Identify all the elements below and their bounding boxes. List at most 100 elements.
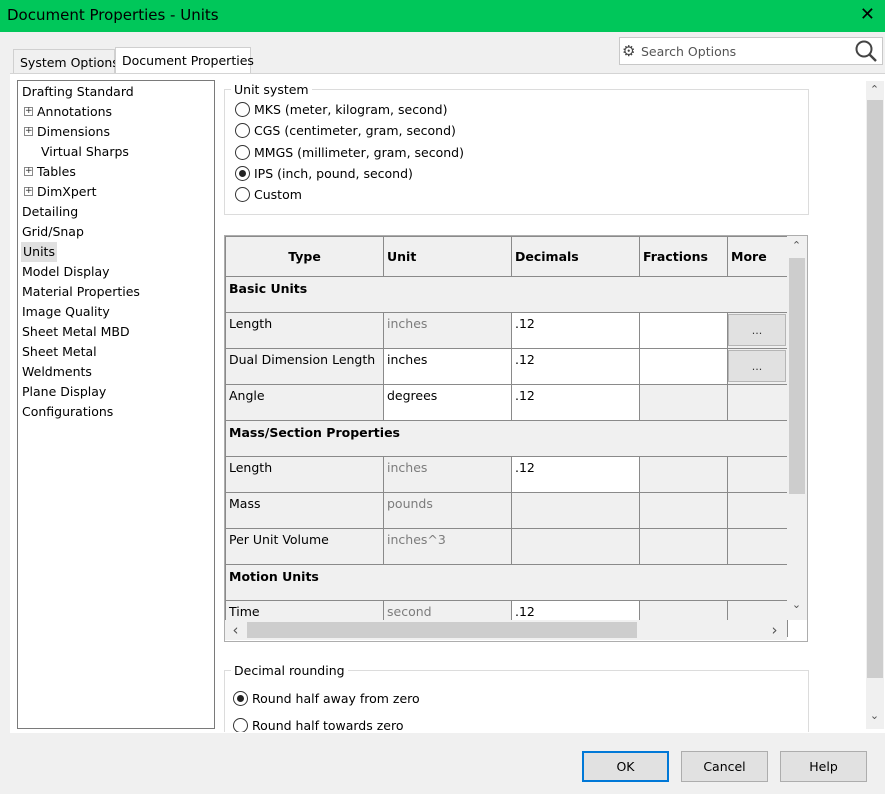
type-cell: Angle <box>225 384 384 421</box>
decimals-cell[interactable]: .12 <box>511 384 640 421</box>
table-row: Dual Dimension Length inches .12 ... <box>225 348 788 385</box>
tree-item-detailing[interactable]: Detailing <box>22 202 78 222</box>
scroll-up-icon[interactable]: ⌃ <box>866 83 883 96</box>
section-row-mass-section: Mass/Section Properties <box>225 420 788 457</box>
fractions-cell <box>639 528 728 565</box>
tree-item-drafting-standard[interactable]: Drafting Standard <box>22 82 134 102</box>
expand-icon[interactable]: + <box>24 187 33 196</box>
scroll-right-icon[interactable]: › <box>766 621 783 639</box>
scroll-down-icon[interactable]: ⌄ <box>788 598 805 611</box>
type-cell: Mass <box>225 492 384 529</box>
help-button[interactable]: Help <box>780 751 867 782</box>
expand-icon[interactable]: + <box>24 107 33 116</box>
radio-circle[interactable] <box>235 123 250 138</box>
decimals-cell <box>511 528 640 565</box>
tab-document-properties[interactable]: Document Properties <box>115 47 254 73</box>
tree-item-image-quality[interactable]: Image Quality <box>22 302 110 322</box>
more-cell: ... <box>727 312 788 349</box>
radio-circle[interactable] <box>235 145 250 160</box>
search-options-box[interactable]: ⚙ Search Options <box>619 37 883 65</box>
decimals-cell[interactable]: .12 <box>511 456 640 493</box>
header-unit[interactable]: Unit <box>383 236 512 277</box>
radio-circle[interactable] <box>235 102 250 117</box>
scroll-thumb[interactable] <box>247 622 637 638</box>
tree-item-material-properties[interactable]: Material Properties <box>22 282 140 302</box>
tree-item-sheet-metal[interactable]: Sheet Metal <box>22 342 97 362</box>
more-button[interactable]: ... <box>728 350 786 382</box>
tree-item-dimensions[interactable]: + Dimensions <box>24 122 110 142</box>
tab-label: Document Properties <box>122 53 254 68</box>
decimals-cell[interactable]: .12 <box>511 312 640 349</box>
type-cell: Length <box>225 312 384 349</box>
unit-cell: inches^3 <box>383 528 512 565</box>
header-type[interactable]: Type <box>225 236 384 277</box>
section-label: Mass/Section Properties <box>225 420 788 457</box>
close-icon[interactable]: ✕ <box>860 4 875 25</box>
radio-mmgs[interactable]: MMGS (millimeter, gram, second) <box>235 145 464 161</box>
grid-horizontal-scrollbar[interactable]: ‹ › <box>225 620 787 640</box>
scroll-up-icon[interactable]: ⌃ <box>788 239 805 252</box>
radio-custom[interactable]: Custom <box>235 187 302 203</box>
tree-item-virtual-sharps[interactable]: Virtual Sharps <box>41 142 129 162</box>
panel-vertical-scrollbar[interactable]: ⌃ ⌄ <box>866 81 884 729</box>
header-decimals[interactable]: Decimals <box>511 236 640 277</box>
tree-item-plane-display[interactable]: Plane Display <box>22 382 106 402</box>
radio-round-half-towards[interactable]: Round half towards zero <box>233 718 404 732</box>
radio-circle-selected[interactable] <box>233 691 248 706</box>
unit-cell[interactable]: degrees <box>383 384 512 421</box>
tree-item-annotations[interactable]: + Annotations <box>24 102 112 122</box>
radio-round-half-away[interactable]: Round half away from zero <box>233 691 420 707</box>
scroll-thumb[interactable] <box>867 100 883 678</box>
radio-ips[interactable]: IPS (inch, pound, second) <box>235 166 413 182</box>
tab-label: System Options <box>20 55 119 70</box>
scroll-down-icon[interactable]: ⌄ <box>866 709 883 722</box>
tree-item-weldments[interactable]: Weldments <box>22 362 92 382</box>
clip-area: Round half towards zero <box>224 715 824 732</box>
section-row-basic-units: Basic Units <box>225 276 788 313</box>
table-row: Length inches .12 <box>225 456 788 493</box>
grid-vertical-scrollbar[interactable]: ⌃ ⌄ <box>787 236 807 620</box>
type-cell: Length <box>225 456 384 493</box>
radio-mks[interactable]: MKS (meter, kilogram, second) <box>235 102 447 118</box>
tree-item-grid-snap[interactable]: Grid/Snap <box>22 222 84 242</box>
table-header-row: Type Unit Decimals Fractions More <box>225 236 788 277</box>
search-icon[interactable] <box>852 38 880 64</box>
fractions-cell[interactable] <box>639 348 728 385</box>
more-cell <box>727 456 788 493</box>
scroll-left-icon[interactable]: ‹ <box>227 621 244 639</box>
decimals-cell[interactable]: .12 <box>511 348 640 385</box>
tree-item-units[interactable]: Units <box>21 242 57 262</box>
more-cell: ... <box>727 348 788 385</box>
section-label: Basic Units <box>225 276 788 313</box>
tab-system-options[interactable]: System Options <box>13 49 119 73</box>
search-input-placeholder[interactable]: Search Options <box>641 44 736 59</box>
unit-cell[interactable]: inches <box>383 348 512 385</box>
section-row-motion-units: Motion Units <box>225 564 788 601</box>
header-more[interactable]: More <box>727 236 788 277</box>
radio-circle[interactable] <box>235 187 250 202</box>
cancel-button[interactable]: Cancel <box>681 751 768 782</box>
tree-item-dimxpert[interactable]: + DimXpert <box>24 182 97 202</box>
options-tree[interactable]: Drafting Standard + Annotations + Dimensio… <box>17 80 215 729</box>
radio-circle-selected[interactable] <box>235 166 250 181</box>
radio-cgs[interactable]: CGS (centimeter, gram, second) <box>235 123 456 139</box>
tree-item-tables[interactable]: + Tables <box>24 162 76 182</box>
more-cell <box>727 384 788 421</box>
fractions-cell[interactable] <box>639 312 728 349</box>
more-button[interactable]: ... <box>728 314 786 346</box>
expand-icon[interactable]: + <box>24 167 33 176</box>
expand-icon[interactable]: + <box>24 127 33 136</box>
table-row: Angle degrees .12 <box>225 384 788 421</box>
table-row: Mass pounds <box>225 492 788 529</box>
tree-item-sheet-metal-mbd[interactable]: Sheet Metal MBD <box>22 322 130 342</box>
tree-item-configurations[interactable]: Configurations <box>22 402 113 422</box>
header-fractions[interactable]: Fractions <box>639 236 728 277</box>
gear-icon[interactable]: ⚙ <box>622 42 635 60</box>
type-cell: Dual Dimension Length <box>225 348 384 385</box>
radio-circle[interactable] <box>233 718 248 732</box>
scroll-thumb[interactable] <box>789 258 805 494</box>
tree-item-model-display[interactable]: Model Display <box>22 262 110 282</box>
units-grid[interactable]: Type Unit Decimals Fractions More Basic … <box>224 235 808 642</box>
ok-button[interactable]: OK <box>582 751 669 782</box>
unit-cell: inches <box>383 456 512 493</box>
